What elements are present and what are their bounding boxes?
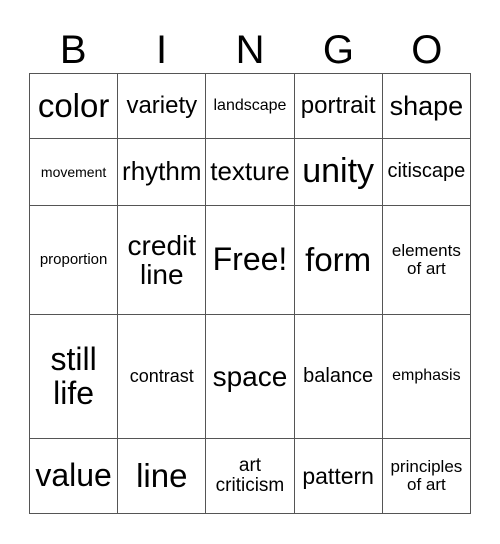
bingo-cell[interactable]: citiscape [381, 138, 472, 206]
bingo-cell-text: proportion [39, 251, 108, 269]
bingo-cell[interactable]: value [28, 438, 119, 514]
bingo-cell-text: movement [40, 163, 107, 180]
bingo-row: still life contrast space balance emphasis [28, 313, 472, 440]
bingo-cell-text: space [212, 361, 288, 392]
bingo-cell[interactable]: pattern [293, 438, 383, 514]
bingo-cell[interactable]: Free! [205, 204, 295, 316]
bingo-cell-text: emphasis [392, 367, 461, 385]
bingo-cell[interactable]: movement [28, 138, 119, 206]
bingo-row: value line art criticism pattern principles … [28, 438, 472, 514]
bingo-cell-text: texture [210, 156, 290, 187]
bingo-cell[interactable]: portrait [293, 72, 383, 140]
bingo-cell[interactable]: form [293, 204, 383, 316]
header-letter-o: O [411, 28, 443, 72]
bingo-cell-text: balance [303, 365, 374, 388]
header-letter-b: B [59, 28, 87, 72]
bingo-cell-text: credit line [127, 229, 197, 290]
bingo-row: movement rhythm texture unity citiscape [28, 138, 472, 206]
bingo-cell[interactable]: proportion [28, 204, 119, 316]
bingo-cell[interactable]: balance [293, 313, 383, 440]
bingo-cell[interactable]: texture [205, 138, 295, 206]
bingo-grid: color variety landscape portrait shape moveme… [28, 72, 472, 514]
bingo-cell[interactable]: emphasis [381, 313, 472, 440]
bingo-cell[interactable]: shape [381, 72, 472, 140]
bingo-cell[interactable]: unity [293, 138, 383, 206]
bingo-row: proportion credit line Free! form elements o… [28, 204, 472, 316]
bingo-cell[interactable]: variety [117, 72, 207, 140]
bingo-cell-text: still life [50, 341, 97, 411]
bingo-cell-text: rhythm [122, 156, 202, 187]
bingo-row: color variety landscape portrait shape [28, 72, 472, 140]
bingo-cell[interactable]: landscape [205, 72, 295, 140]
bingo-cell-text: landscape [213, 96, 287, 114]
header-letter-n: N [235, 28, 265, 72]
bingo-cell-text: art criticism [215, 455, 285, 497]
bingo-cell-text: value [35, 457, 112, 494]
bingo-cell[interactable]: credit line [117, 204, 207, 316]
bingo-cell[interactable]: art criticism [205, 438, 295, 514]
bingo-cell-text: line [136, 456, 188, 494]
bingo-cell-text: Free! [212, 241, 288, 278]
bingo-cell[interactable]: color [28, 72, 119, 140]
bingo-cell-text: form [305, 240, 372, 278]
bingo-cell[interactable]: still life [28, 313, 119, 440]
bingo-cell-text: pattern [302, 463, 374, 490]
bingo-cell[interactable]: rhythm [117, 138, 207, 206]
bingo-cell[interactable]: contrast [117, 313, 207, 440]
bingo-cell-text: shape [389, 90, 464, 121]
header-letter-i: I [156, 28, 168, 72]
bingo-cell[interactable]: principles of art [381, 438, 472, 514]
bingo-cell[interactable]: elements of art [381, 204, 472, 316]
bingo-cell-text: color [37, 86, 110, 124]
bingo-cell-text: citiscape [387, 160, 466, 183]
bingo-cell-text: principles of art [390, 457, 463, 495]
bingo-header: B I N G O [29, 28, 471, 72]
bingo-cell[interactable]: space [205, 313, 295, 440]
bingo-cell-text: portrait [300, 92, 376, 120]
bingo-cell-text: unity [302, 152, 375, 191]
bingo-cell-text: elements of art [391, 241, 461, 278]
bingo-cell[interactable]: line [117, 438, 207, 514]
bingo-cell-text: contrast [129, 366, 194, 387]
bingo-cell-text: variety [126, 92, 198, 120]
header-letter-g: G [322, 28, 354, 72]
